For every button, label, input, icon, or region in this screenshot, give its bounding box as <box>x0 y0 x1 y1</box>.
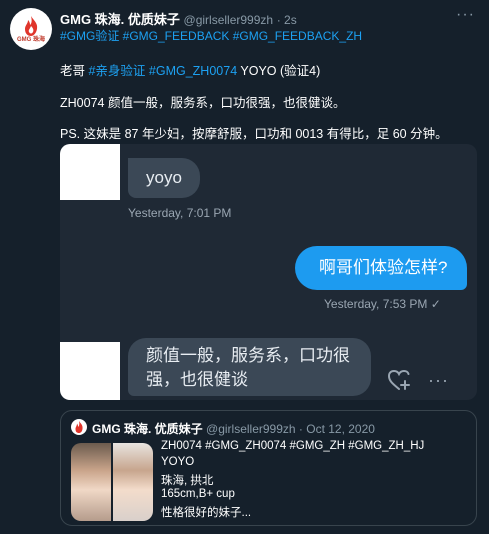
tweet-text-line-3: PS. 这妹是 87 年少妇，按摩舒服，口功和 0013 有得比，足 60 分钟… <box>60 127 448 141</box>
tweet-text-line-1: 老哥 #亲身验证 #GMG_ZH0074 YOYO (验证4) <box>60 60 320 79</box>
quoted-photo-2[interactable] <box>113 443 153 521</box>
line1-hashtags[interactable]: #亲身验证 #GMG_ZH0074 <box>88 64 237 78</box>
message-1-timestamp: Yesterday, 7:01 PM <box>128 206 232 220</box>
message-2-timestamp: Yesterday, 7:53 PM ✓ <box>324 297 441 311</box>
flame-logo-icon <box>25 15 38 36</box>
avatar-logo-text: GMG 珠海 <box>17 36 45 43</box>
tweet-text-line-2: ZH0074 颜值一般，服务系，口功很强，也很健谈。 <box>60 96 346 110</box>
quoted-author-name: GMG 珠海. 优质妹子 <box>92 422 203 436</box>
quoted-handle-date: @girlseller999zh · Oct 12, 2020 <box>206 422 375 436</box>
message-3-line-2: 强，也很健谈 <box>146 370 248 389</box>
quoted-header: GMG 珠海. 优质妹子 @girlseller999zh · Oct 12, … <box>92 420 375 437</box>
message-more-icon[interactable]: ··· <box>428 370 449 391</box>
quoted-text-line-4: 165cm,B+ cup <box>161 488 235 500</box>
chat-screenshot[interactable]: yoyo Yesterday, 7:01 PM 啊哥们体验怎样? Yesterd… <box>60 144 477 400</box>
message-3-line-1: 颜值一般，服务系，口功很 <box>146 346 350 365</box>
quoted-flame-logo-icon <box>75 421 83 433</box>
outgoing-message-2: 啊哥们体验怎样? <box>295 246 467 290</box>
quoted-text-line-3: 珠海, 拱北 <box>161 475 214 487</box>
quoted-text-line-2: YOYO <box>161 456 195 468</box>
heart-plus-icon[interactable] <box>387 369 411 391</box>
tweet-hashtags[interactable]: #GMG验证 #GMG_FEEDBACK #GMG_FEEDBACK_ZH <box>60 27 362 44</box>
author-name[interactable]: GMG 珠海. 优质妹子 <box>60 12 180 27</box>
quoted-tweet[interactable]: GMG 珠海. 优质妹子 @girlseller999zh · Oct 12, … <box>60 410 477 526</box>
tweet-time[interactable]: · 2s <box>277 13 297 27</box>
author-avatar[interactable]: GMG 珠海 <box>10 8 52 50</box>
quoted-text-line-1: ZH0074 #GMG_ZH0074 #GMG_ZH #GMG_ZH_HJ <box>161 440 425 452</box>
redacted-avatar-2 <box>60 342 120 400</box>
tweet-header: GMG 珠海. 优质妹子 @girlseller999zh · 2s <box>60 9 297 28</box>
incoming-message-3: 颜值一般，服务系，口功很 强，也很健谈 <box>128 338 371 396</box>
redacted-avatar-1 <box>60 144 120 200</box>
line1-suffix: YOYO (验证4) <box>237 64 321 78</box>
quoted-photo-1[interactable] <box>71 443 111 521</box>
quoted-text-line-5: 性格很好的妹子... <box>161 507 252 519</box>
author-handle[interactable]: @girlseller999zh <box>184 13 274 27</box>
more-options-icon[interactable]: ··· <box>456 6 475 24</box>
incoming-message-1: yoyo <box>128 158 200 198</box>
line1-prefix: 老哥 <box>60 64 89 78</box>
quoted-author-avatar <box>71 419 87 435</box>
